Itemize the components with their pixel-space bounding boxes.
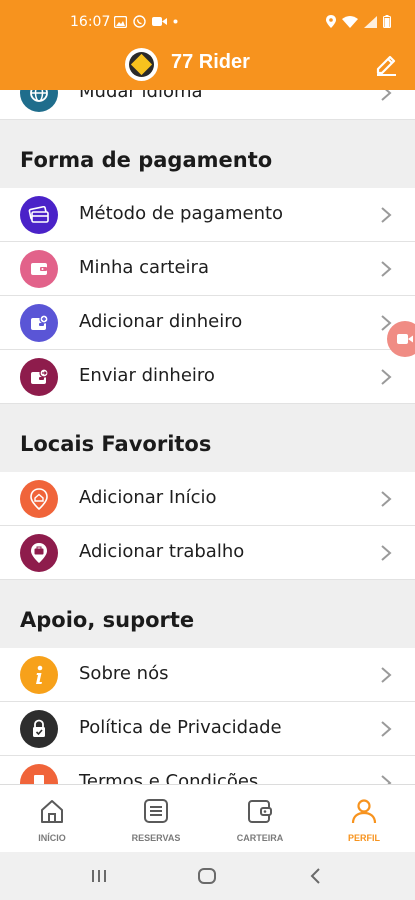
chevron-right-icon: [381, 545, 392, 561]
status-system-icons: [326, 15, 391, 28]
globe-icon: [20, 90, 58, 112]
nav-label: INÍCIO: [38, 833, 66, 843]
app-title: 77 Rider: [171, 51, 250, 73]
chevron-right-icon: [381, 491, 392, 507]
list-item-my-wallet[interactable]: Minha carteira: [0, 242, 415, 296]
list-item-label: Método de pagamento: [79, 203, 284, 224]
nav-bookings[interactable]: RESERVAS: [104, 785, 208, 853]
system-navigation-bar: [0, 852, 415, 900]
list-item-terms[interactable]: Termos e Condições: [0, 756, 415, 784]
section-title: Locais Favoritos: [20, 432, 212, 456]
section-header-support: Apoio, suporte: [0, 592, 415, 648]
bottom-navigation: INÍCIO RESERVAS CARTEIRA PERFIL: [0, 784, 415, 852]
card-stack-icon: [20, 196, 58, 234]
dot-icon: [173, 19, 178, 24]
list-item-change-language[interactable]: Mudar idioma: [0, 90, 415, 120]
nav-label: CARTEIRA: [236, 833, 284, 843]
list-item-label: Adicionar dinheiro: [79, 311, 243, 332]
chevron-right-icon: [381, 90, 392, 101]
video-call-icon: [152, 17, 167, 26]
video-camera-icon: [397, 334, 413, 344]
chevron-right-icon: [381, 369, 392, 385]
list-item-about-us[interactable]: Sobre nós: [0, 648, 415, 702]
chevron-right-icon: [381, 261, 392, 277]
list-item-label: Adicionar Início: [79, 487, 217, 508]
location-icon: [326, 15, 336, 28]
privacy-lock-icon: [20, 710, 58, 748]
chevron-right-icon: [381, 667, 392, 683]
list-item-label: Minha carteira: [79, 257, 209, 278]
wallet-plus-icon: [20, 304, 58, 342]
list-item-label: Mudar idioma: [79, 90, 203, 102]
status-notification-icons: [114, 15, 178, 28]
user-icon: [351, 799, 377, 824]
work-pin-icon: [20, 534, 58, 572]
back-icon[interactable]: [308, 867, 322, 885]
list-item-send-money[interactable]: Enviar dinheiro: [0, 350, 415, 404]
status-bar: 16:07: [0, 0, 415, 44]
nav-label: PERFIL: [347, 833, 380, 843]
wallet-send-icon: [20, 358, 58, 396]
home-pin-icon: [20, 480, 58, 518]
floating-record-button[interactable]: [387, 321, 415, 357]
section-title: Apoio, suporte: [20, 608, 195, 632]
nav-label: RESERVAS: [131, 833, 181, 843]
signal-icon: [364, 15, 377, 28]
info-icon: [20, 656, 58, 694]
section-header-favorite-places: Locais Favoritos: [0, 416, 415, 472]
section-header-payment: Forma de pagamento: [0, 132, 415, 188]
section-title: Forma de pagamento: [20, 148, 273, 172]
status-time: 16:07: [70, 14, 111, 30]
wallet-icon: [20, 250, 58, 288]
nav-profile[interactable]: PERFIL: [312, 785, 415, 853]
terms-icon: [20, 764, 58, 784]
home-button-icon[interactable]: [197, 867, 217, 885]
recent-apps-icon[interactable]: [90, 868, 108, 884]
list-item-label: Enviar dinheiro: [79, 365, 215, 386]
list-item-add-home[interactable]: Adicionar Início: [0, 472, 415, 526]
chevron-right-icon: [381, 721, 392, 737]
battery-icon: [383, 15, 391, 28]
nav-wallet[interactable]: CARTEIRA: [208, 785, 312, 853]
list-item-label: Sobre nós: [79, 663, 169, 684]
list-item-label: Política de Privacidade: [79, 717, 282, 738]
top-bar: 16:07 77 Rider: [0, 0, 415, 90]
list-item-add-work[interactable]: Adicionar trabalho: [0, 526, 415, 580]
list-item-add-money[interactable]: Adicionar dinheiro: [0, 296, 415, 350]
whatsapp-icon: [133, 15, 146, 28]
edit-pencil-icon[interactable]: [373, 50, 399, 76]
chevron-right-icon: [381, 207, 392, 223]
list-item-privacy-policy[interactable]: Política de Privacidade: [0, 702, 415, 756]
nav-home[interactable]: INÍCIO: [0, 785, 104, 853]
list-item-label: Adicionar trabalho: [79, 541, 245, 562]
list-item-payment-method[interactable]: Método de pagamento: [0, 188, 415, 242]
chevron-right-icon: [381, 775, 392, 784]
gallery-icon: [114, 15, 127, 28]
app-bar: 77 Rider: [0, 44, 415, 90]
list-item-label: Termos e Condições: [79, 771, 259, 784]
list-icon: [144, 799, 168, 823]
profile-list[interactable]: Mudar idioma Forma de pagamento Método d…: [0, 90, 415, 784]
home-icon: [41, 800, 63, 823]
wallet-icon: [248, 800, 272, 823]
wifi-icon: [342, 15, 358, 28]
app-logo: [125, 48, 158, 81]
